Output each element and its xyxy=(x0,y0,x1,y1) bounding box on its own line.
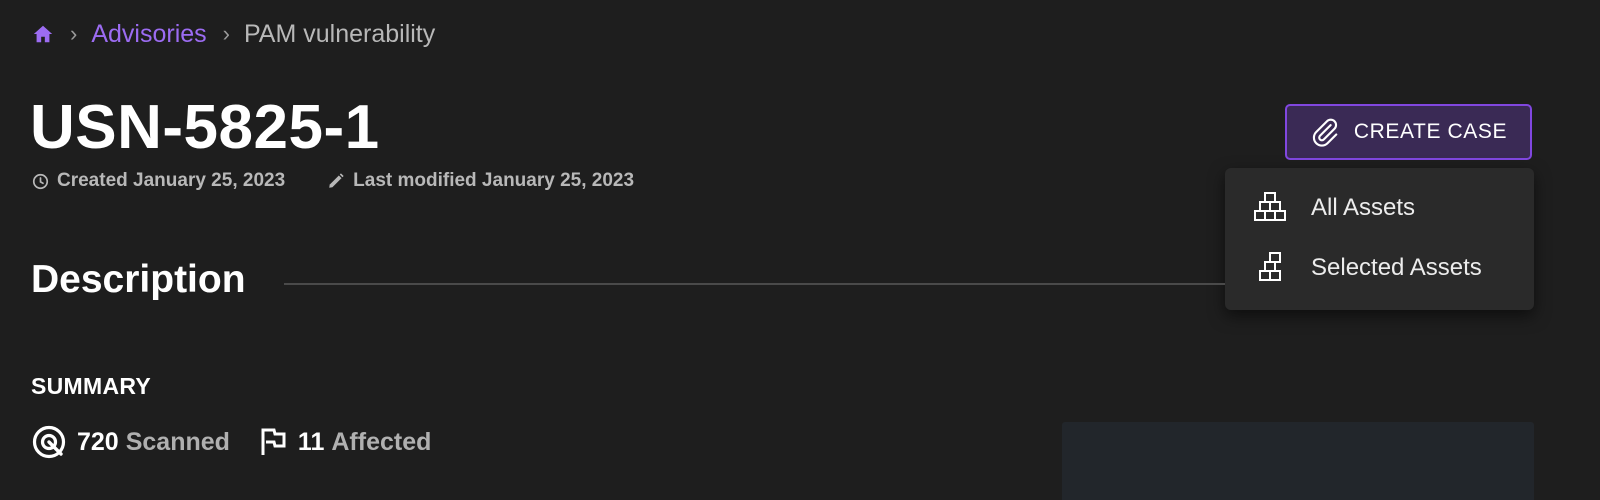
modified-date-text: Last modified January 25, 2023 xyxy=(353,170,635,191)
menu-item-label: All Assets xyxy=(1311,194,1416,221)
breadcrumb-advisories-link[interactable]: Advisories xyxy=(91,20,206,49)
flag-icon xyxy=(261,428,286,455)
advisory-page: › Advisories › PAM vulnerability USN-582… xyxy=(0,0,1600,500)
pencil-icon xyxy=(329,173,344,188)
summary-label: SUMMARY xyxy=(31,373,152,399)
scanned-count: 720 xyxy=(77,427,119,456)
section-divider xyxy=(284,283,1225,285)
affected-count: 11 xyxy=(297,427,325,456)
created-date: Created January 25, 2023 xyxy=(32,170,285,192)
create-case-label: CREATE CASE xyxy=(1353,120,1508,143)
affected-stat: 11 Affected xyxy=(260,427,431,457)
description-heading: Description xyxy=(31,258,246,301)
clock-icon xyxy=(32,173,49,189)
advisory-meta: Created January 25, 2023 Last modified J… xyxy=(32,170,634,192)
breadcrumb: › Advisories › PAM vulnerability xyxy=(32,18,435,50)
menu-item-all-assets[interactable]: All Assets xyxy=(1225,178,1534,238)
side-panel xyxy=(1062,422,1534,500)
create-case-menu: All Assets Selected Assets xyxy=(1225,168,1534,310)
breadcrumb-current: PAM vulnerability xyxy=(243,19,436,48)
affected-label: Affected xyxy=(331,427,432,456)
menu-item-selected-assets[interactable]: Selected Assets xyxy=(1225,238,1534,298)
breadcrumb-separator: › xyxy=(222,21,230,46)
scan-target-icon xyxy=(32,425,66,459)
modified-date: Last modified January 25, 2023 xyxy=(327,170,634,192)
scanned-label: Scanned xyxy=(125,427,230,456)
paperclip-icon xyxy=(1312,118,1338,147)
page-title: USN-5825-1 xyxy=(30,93,380,162)
breadcrumb-separator: › xyxy=(70,21,78,46)
scanned-stat: 720 Scanned xyxy=(31,424,230,460)
home-icon[interactable] xyxy=(32,23,54,45)
create-case-button[interactable]: CREATE CASE xyxy=(1285,104,1532,160)
menu-item-label: Selected Assets xyxy=(1311,254,1482,281)
all-assets-icon xyxy=(1253,191,1287,225)
summary-stats: 720 Scanned 11 Affected xyxy=(31,424,431,460)
selected-assets-icon xyxy=(1253,251,1287,285)
created-date-text: Created January 25, 2023 xyxy=(57,170,286,191)
